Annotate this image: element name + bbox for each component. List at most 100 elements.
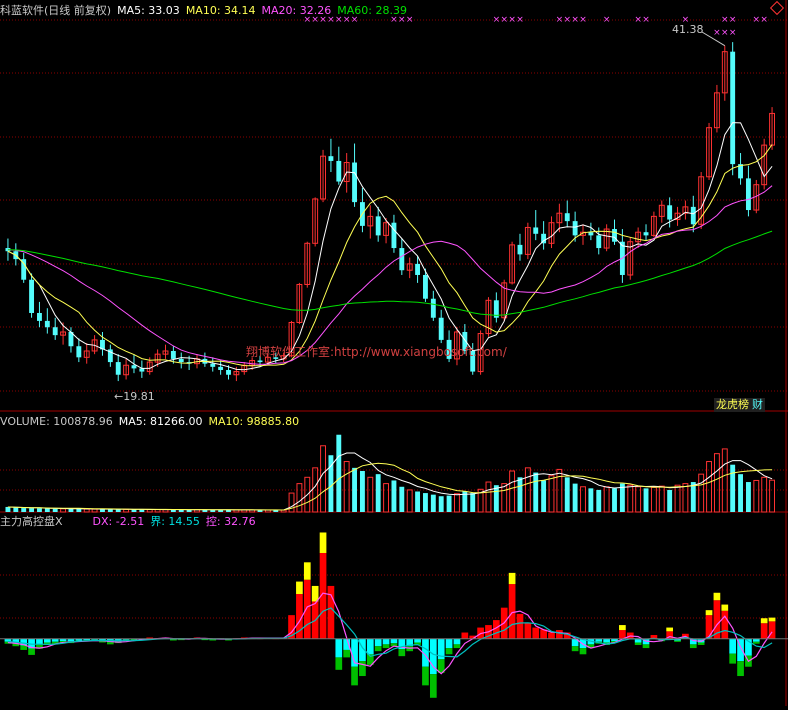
volume-bar bbox=[643, 488, 649, 512]
candle-body bbox=[352, 162, 357, 203]
volume-bar bbox=[588, 488, 594, 512]
candle-body bbox=[391, 222, 397, 249]
indicator-cap bbox=[721, 604, 729, 611]
indicator-cap bbox=[619, 625, 626, 631]
indicator-bar bbox=[453, 644, 461, 649]
indicator-cap bbox=[705, 610, 713, 616]
volume-bar bbox=[83, 508, 90, 513]
signal-marker: × bbox=[642, 15, 650, 25]
signal-marker: × bbox=[508, 15, 516, 25]
signal-marker: × bbox=[556, 15, 564, 25]
candle-body bbox=[115, 362, 121, 375]
candle-body bbox=[667, 205, 673, 220]
signal-marker: × bbox=[579, 15, 587, 25]
volume-bar bbox=[509, 470, 516, 513]
kong-line bbox=[7, 592, 773, 675]
volume-bar bbox=[375, 474, 381, 512]
candle-body bbox=[415, 263, 421, 275]
candle-body bbox=[44, 320, 50, 328]
volume-bar bbox=[730, 464, 736, 512]
ma20-value: MA20: 32.26 bbox=[261, 4, 332, 17]
volume-bar bbox=[738, 474, 743, 512]
indicator-bar bbox=[170, 639, 177, 641]
indicator-bar bbox=[697, 642, 705, 645]
volume-bar bbox=[21, 508, 27, 512]
volume-bar bbox=[612, 488, 617, 512]
volume-bar bbox=[115, 509, 121, 512]
volume-bar bbox=[485, 481, 492, 513]
ma60-line bbox=[7, 230, 773, 316]
indicator-bar bbox=[516, 613, 524, 639]
finance-button[interactable]: 财 bbox=[750, 398, 765, 412]
volume-bar bbox=[37, 508, 42, 512]
candle-body bbox=[572, 221, 578, 236]
volume-bar bbox=[603, 486, 610, 513]
price-panel[interactable] bbox=[5, 42, 776, 382]
indicator-bar bbox=[43, 638, 51, 643]
indicator-bar bbox=[366, 638, 374, 655]
indicator-header: 主力高控盘X DX: -2.51 界: 14.55 控: 32.76 bbox=[0, 515, 262, 528]
candle-body bbox=[131, 365, 137, 369]
candle-body bbox=[423, 274, 428, 299]
candle-body bbox=[730, 51, 736, 165]
indicator-bar bbox=[28, 648, 35, 655]
ma5-value: MA5: 33.03 bbox=[117, 4, 180, 17]
volume-value: VOLUME: 100878.96 bbox=[0, 415, 113, 428]
indicator-bar bbox=[571, 646, 579, 652]
indicator-bar bbox=[374, 638, 382, 647]
candle-body bbox=[643, 232, 649, 236]
indicator-bar bbox=[642, 644, 650, 649]
volume-bar bbox=[29, 508, 35, 512]
indicator-cap bbox=[296, 581, 303, 595]
candle-body bbox=[336, 160, 342, 182]
candle-body bbox=[564, 213, 570, 222]
indicator-panel[interactable] bbox=[0, 532, 788, 698]
volume-bar bbox=[359, 471, 365, 512]
volume-bar bbox=[682, 483, 689, 513]
volume-bar bbox=[635, 486, 642, 513]
volume-bar bbox=[454, 493, 460, 513]
indicator-bar bbox=[343, 649, 351, 658]
volume-bar bbox=[13, 507, 19, 512]
volume-bar bbox=[107, 509, 113, 512]
dragon-tiger-button[interactable]: 龙虎榜 bbox=[714, 398, 751, 412]
volume-bar bbox=[68, 508, 74, 512]
candle-body bbox=[218, 366, 224, 370]
signal-marker: × bbox=[634, 15, 642, 25]
volume-bar bbox=[91, 508, 98, 513]
indicator-bar bbox=[209, 639, 217, 641]
volume-bar bbox=[690, 482, 696, 512]
indicator-bar bbox=[461, 632, 469, 639]
ma10-line bbox=[7, 144, 773, 367]
indicator-bar bbox=[705, 615, 713, 639]
signal-marker: × bbox=[516, 15, 524, 25]
volume-bar bbox=[548, 475, 555, 513]
moving-average-lines bbox=[7, 122, 773, 371]
candle-body bbox=[29, 279, 35, 313]
volume-ma10-value: MA10: 98885.80 bbox=[208, 415, 300, 428]
signal-marker: × bbox=[493, 15, 501, 25]
indicator-bar bbox=[674, 640, 681, 642]
signal-marker: × bbox=[713, 28, 721, 38]
volume-panel[interactable] bbox=[5, 434, 776, 513]
indicator-bar bbox=[414, 638, 421, 643]
volume-bar bbox=[706, 461, 712, 513]
dx-value: DX: -2.51 bbox=[92, 515, 145, 528]
indicator-bar bbox=[752, 641, 760, 644]
candle-body bbox=[226, 369, 231, 375]
candle-body bbox=[170, 350, 176, 359]
indicator-bar bbox=[335, 657, 343, 670]
indicator-bar bbox=[382, 644, 390, 649]
indicator-cap bbox=[311, 585, 319, 602]
indicator-bar bbox=[508, 584, 516, 639]
candle-body bbox=[745, 178, 751, 211]
volume-bar bbox=[446, 495, 452, 512]
volume-bar bbox=[406, 489, 413, 513]
indicator-bar bbox=[524, 623, 532, 639]
stock-chart[interactable]: × × × × × × × × × × × × × × × × × × × × × × × × × × × × × 科蓝软件(日线 前复… bbox=[0, 0, 788, 706]
indicator-bar bbox=[453, 638, 461, 645]
volume-bar bbox=[650, 486, 657, 513]
kong-value: 控: 32.76 bbox=[205, 515, 256, 528]
ma10-value: MA10: 34.14 bbox=[185, 4, 256, 17]
volume-ma5-value: MA5: 81266.00 bbox=[118, 415, 203, 428]
